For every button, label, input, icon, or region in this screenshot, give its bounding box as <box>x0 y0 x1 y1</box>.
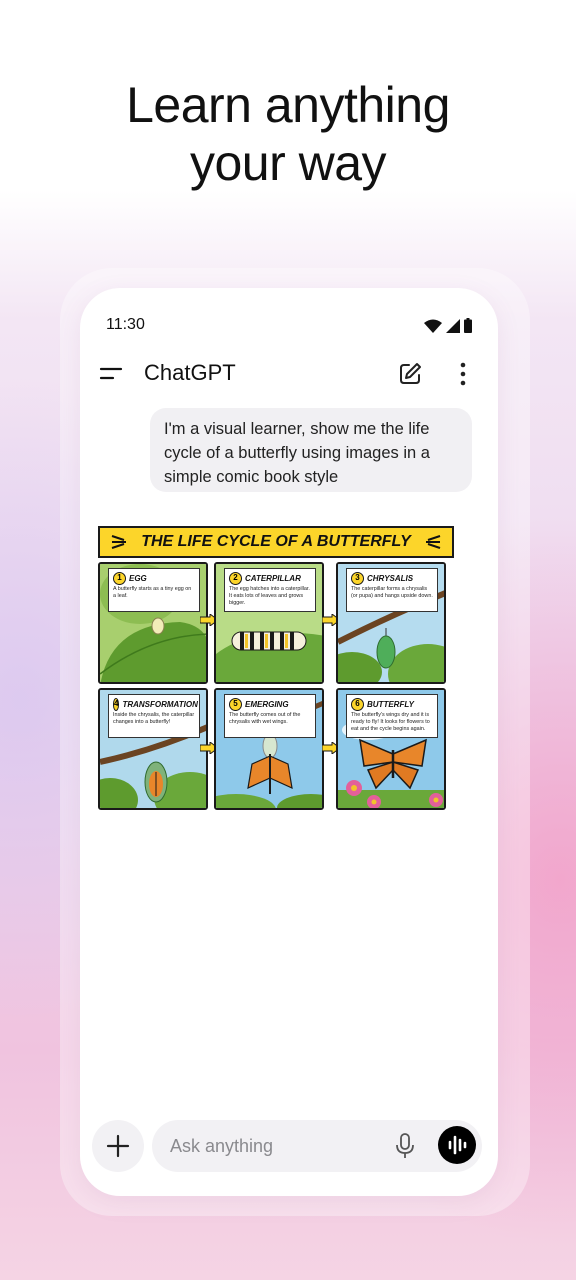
panel-text: The butterfly comes out of the chrysalis… <box>229 712 301 725</box>
headline-line-1: Learn anything <box>126 77 450 133</box>
app-title: ChatGPT <box>144 360 236 385</box>
comic-panel-chrysalis: 3 CHRYSALIS The caterpillar forms a chrys… <box>336 562 446 684</box>
panel-label: EMERGING <box>245 699 289 709</box>
attach-button[interactable] <box>92 1120 144 1172</box>
panel-text: A butterfly starts as a tiny egg on a le… <box>113 586 192 599</box>
comic-panel-emerging: 5 EMERGING The butterfly comes out of the… <box>214 688 324 810</box>
headline-line-2: your way <box>189 135 387 191</box>
panel-number: 1 <box>113 571 126 585</box>
comic-panel-transformation: 4 TRANSFORMATION Inside the chrysalis, th… <box>98 688 208 810</box>
composer-bar <box>80 1116 498 1176</box>
panel-text: The egg hatches into a caterpillar. It e… <box>229 586 310 606</box>
panel-number: 4 <box>113 697 120 711</box>
voice-mode-button[interactable] <box>438 1126 476 1164</box>
mic-icon[interactable] <box>394 1132 416 1160</box>
burst-lines-icon <box>426 535 441 549</box>
headline: Learn anything your way <box>0 76 576 192</box>
panel-label: EGG <box>129 573 147 583</box>
prompt-input-container <box>152 1120 482 1172</box>
comic-title-banner: THE LIFE CYCLE OF A BUTTERFLY <box>98 526 454 558</box>
panel-caption: 4 TRANSFORMATION Inside the chrysalis, th… <box>108 694 200 738</box>
panel-label: CHRYSALIS <box>367 573 414 583</box>
comic-panel-egg: 1 EGG A butterfly starts as a tiny egg on… <box>98 562 208 684</box>
panel-number: 5 <box>229 697 242 711</box>
panel-text: The caterpillar forms a chrysalis (or pu… <box>351 586 433 599</box>
panel-text: Inside the chrysalis, the caterpillar ch… <box>113 712 195 725</box>
panel-caption: 5 EMERGING The butterfly comes out of the… <box>224 694 316 738</box>
comic-panel-butterfly: 6 BUTTERFLY The butterfly's wings dry and… <box>336 688 446 810</box>
battery-icon <box>464 318 472 333</box>
panel-text: The butterfly's wings dry and it is read… <box>351 712 430 732</box>
comic-image[interactable]: THE LIFE CYCLE OF A BUTTERFLY 1 EGG A but… <box>98 526 454 818</box>
wifi-icon <box>424 319 442 333</box>
panel-number: 3 <box>351 571 364 585</box>
panel-number: 6 <box>351 697 364 711</box>
panel-label: CATERPILLAR <box>245 573 301 583</box>
prompt-input[interactable] <box>170 1120 370 1172</box>
panel-label: BUTTERFLY <box>367 699 414 709</box>
phone-screen: 11:30 ChatGPT I'm a visual learner, show… <box>80 288 498 1196</box>
comic-panel-caterpillar: 2 CATERPILLAR The egg hatches into a cate… <box>214 562 324 684</box>
status-time: 11:30 <box>106 316 145 333</box>
user-message-bubble: I'm a visual learner, show me the life c… <box>150 408 472 492</box>
panel-caption: 1 EGG A butterfly starts as a tiny egg on… <box>108 568 200 612</box>
signal-icon <box>446 319 460 333</box>
app-top-bar: ChatGPT <box>80 356 498 392</box>
more-vertical-icon[interactable] <box>452 360 474 388</box>
voice-waveform-icon <box>448 1135 467 1155</box>
panel-caption: 6 BUTTERFLY The butterfly's wings dry and… <box>346 694 438 738</box>
menu-icon[interactable] <box>98 364 124 384</box>
panel-number: 2 <box>229 571 242 585</box>
panel-caption: 2 CATERPILLAR The egg hatches into a cate… <box>224 568 316 612</box>
panel-label: TRANSFORMATION <box>122 699 198 709</box>
comic-title: THE LIFE CYCLE OF A BUTTERFLY <box>141 533 411 550</box>
status-icons <box>424 318 472 333</box>
panel-caption: 3 CHRYSALIS The caterpillar forms a chrys… <box>346 568 438 612</box>
plus-icon <box>106 1134 130 1158</box>
edit-icon[interactable] <box>396 360 424 388</box>
